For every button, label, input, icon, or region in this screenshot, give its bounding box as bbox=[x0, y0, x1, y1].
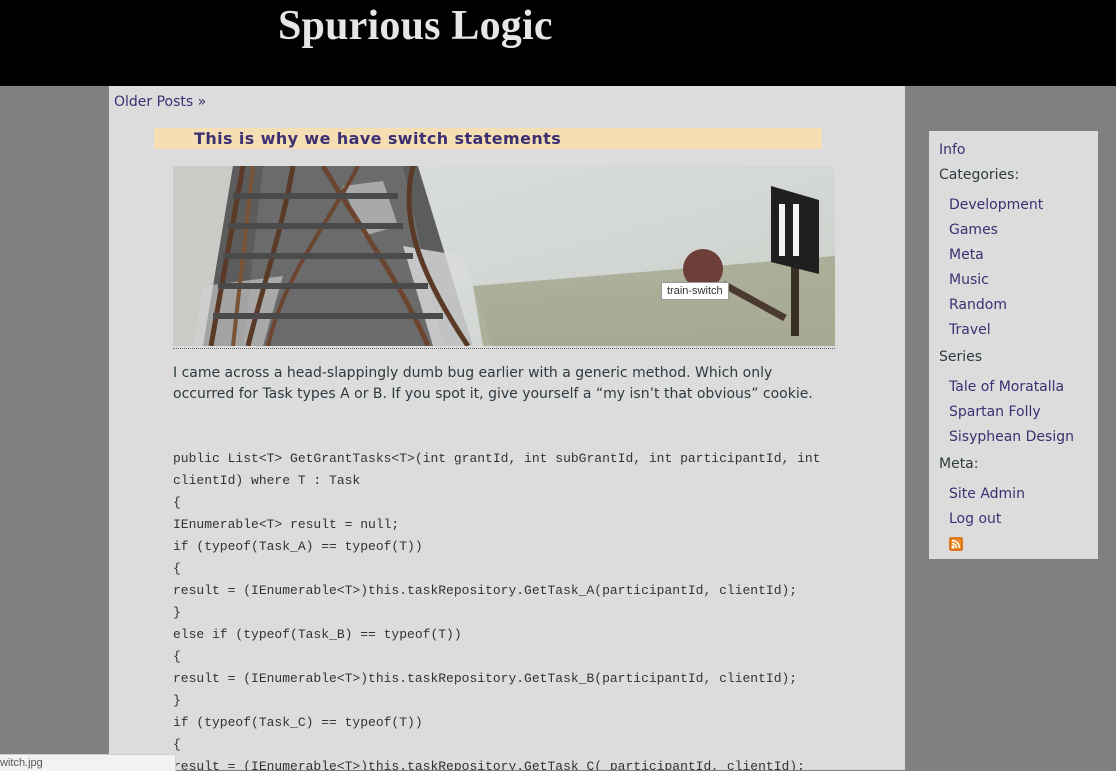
image-tooltip: train-switch bbox=[661, 282, 729, 300]
post-title[interactable]: This is why we have switch statements bbox=[194, 129, 561, 148]
code-line: result = (IEnumerable<T>)this.taskReposi… bbox=[173, 759, 805, 770]
series-sisyphean-design[interactable]: Sisyphean Design bbox=[949, 429, 1074, 445]
train-switch-image bbox=[173, 166, 835, 346]
image-underline bbox=[173, 348, 835, 349]
series-spartan-folly[interactable]: Spartan Folly bbox=[949, 404, 1041, 420]
log-out-link[interactable]: Log out bbox=[949, 511, 1001, 527]
main-content: Older Posts » This is why we have switch… bbox=[109, 86, 905, 770]
code-line: clientId) where T : Task bbox=[173, 473, 361, 488]
category-music[interactable]: Music bbox=[949, 272, 989, 288]
category-travel[interactable]: Travel bbox=[949, 322, 991, 338]
code-line: else if (typeof(Task_B) == typeof(T)) bbox=[173, 627, 462, 642]
category-games[interactable]: Games bbox=[949, 222, 998, 238]
rss-icon[interactable] bbox=[949, 536, 963, 551]
category-development[interactable]: Development bbox=[949, 197, 1043, 213]
sidebar: Info Categories: Development Games Meta … bbox=[929, 131, 1098, 559]
series-tale-of-moratalla[interactable]: Tale of Moratalla bbox=[949, 379, 1064, 395]
meta-heading: Meta: bbox=[939, 456, 979, 472]
site-title[interactable]: Spurious Logic bbox=[278, 2, 553, 50]
site-header: Spurious Logic bbox=[0, 0, 1116, 86]
category-random[interactable]: Random bbox=[949, 297, 1007, 313]
code-block: public List<T> GetGrantTasks<T>(int gran… bbox=[173, 448, 853, 770]
post-title-bar: This is why we have switch statements bbox=[154, 128, 822, 149]
code-line: IEnumerable<T> result = null; bbox=[173, 517, 400, 532]
post-image-train-switch[interactable] bbox=[173, 166, 835, 346]
site-admin-link[interactable]: Site Admin bbox=[949, 486, 1025, 502]
code-line: { bbox=[173, 561, 181, 576]
code-line: result = (IEnumerable<T>)this.taskReposi… bbox=[173, 671, 798, 686]
code-line: result = (IEnumerable<T>)this.taskReposi… bbox=[173, 583, 798, 598]
code-line: } bbox=[173, 605, 181, 620]
code-line: if (typeof(Task_C) == typeof(T)) bbox=[173, 715, 423, 730]
sidebar-info-link[interactable]: Info bbox=[939, 142, 966, 158]
categories-heading: Categories: bbox=[939, 167, 1020, 183]
category-meta[interactable]: Meta bbox=[949, 247, 984, 263]
older-posts-link[interactable]: Older Posts » bbox=[114, 94, 206, 110]
code-line: if (typeof(Task_A) == typeof(T)) bbox=[173, 539, 423, 554]
post-intro-text: I came across a head-slappingly dumb bug… bbox=[173, 365, 813, 402]
code-line: { bbox=[173, 649, 181, 664]
code-line: { bbox=[173, 737, 181, 752]
code-line: } bbox=[173, 693, 181, 708]
series-heading: Series bbox=[939, 349, 983, 365]
code-line: public List<T> GetGrantTasks<T>(int gran… bbox=[173, 451, 821, 466]
browser-status-bar: witch.jpg bbox=[0, 754, 176, 771]
code-line: { bbox=[173, 495, 181, 510]
